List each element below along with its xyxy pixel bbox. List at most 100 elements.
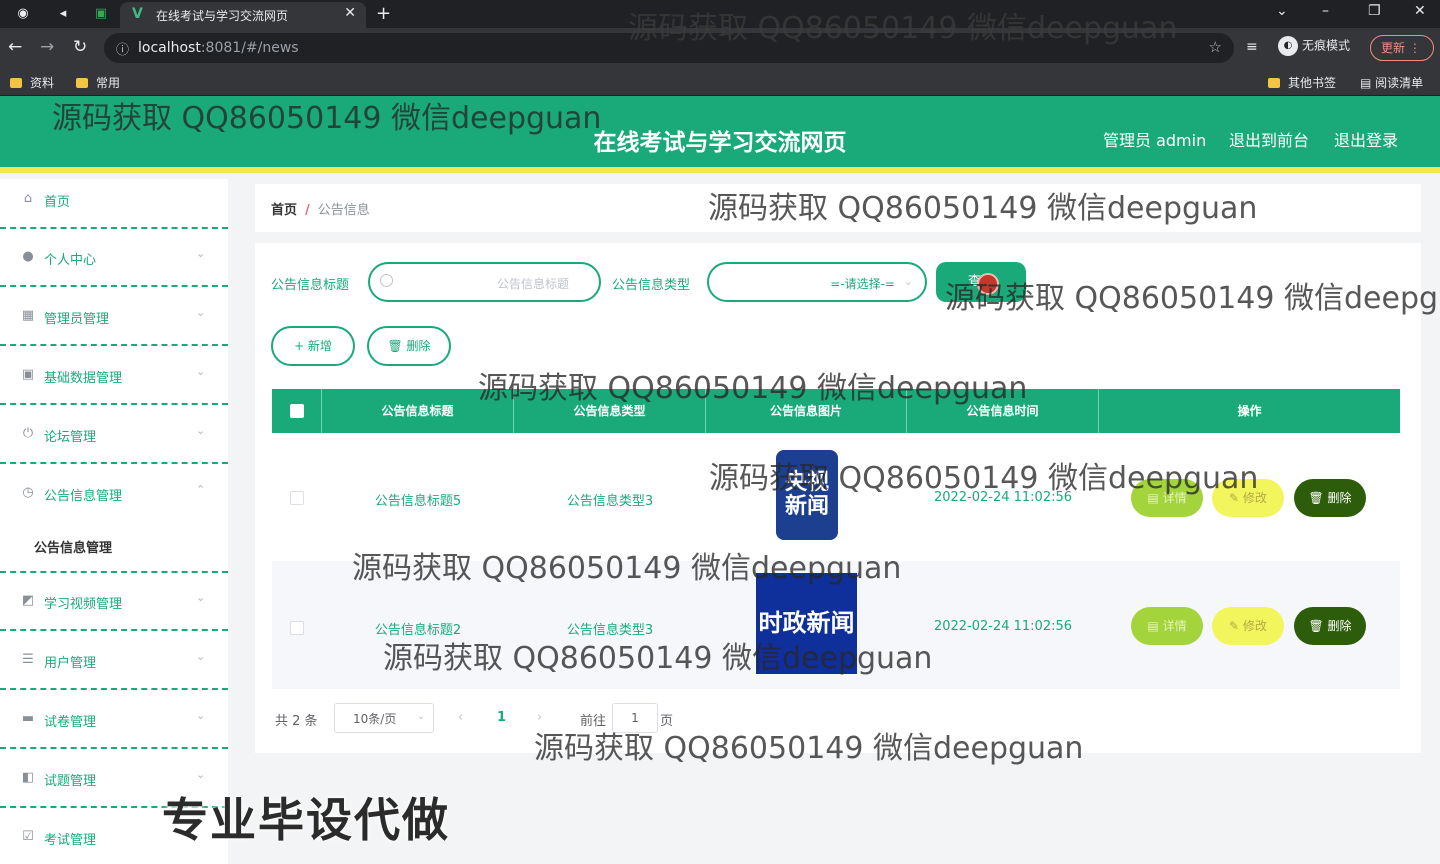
main-panel: 公告信息标题 公告信息标题 公告信息类型 =-请选择-= ⌄ 查询 + 新增 🗑…: [255, 243, 1421, 753]
chevron-down-icon: ⌄: [196, 650, 206, 663]
list-icon: ☰: [22, 652, 34, 667]
title-search-input[interactable]: 公告信息标题: [368, 262, 601, 302]
page-number-current[interactable]: 1: [497, 710, 506, 725]
reading-list-icon[interactable]: ≡: [1246, 39, 1258, 55]
wallet-icon: ◧: [21, 770, 35, 785]
edit-button[interactable]: ✎ 修改: [1212, 479, 1284, 517]
next-page-icon[interactable]: ›: [537, 710, 542, 725]
clock-icon: ◷: [22, 485, 34, 500]
col-title: 公告信息标题: [322, 389, 514, 433]
sidebar-item-forum[interactable]: ⏻ 论坛管理 ⌄: [0, 406, 228, 464]
promo-text: 专业毕设代做: [162, 793, 450, 847]
row-time: 2022-02-24 11:02:56: [933, 490, 1073, 505]
table-row: 公告信息标题5 公告信息类型3 央视新闻 2022-02-24 11:02:56…: [272, 433, 1400, 561]
logout-link[interactable]: 退出登录: [1334, 127, 1398, 151]
chevron-down-icon: ⌄: [196, 768, 206, 781]
prev-page-icon[interactable]: ‹: [458, 710, 463, 725]
browser-menu-icon[interactable]: ◉: [14, 5, 32, 23]
update-button[interactable]: 更新 ⋮: [1370, 35, 1434, 61]
back-icon[interactable]: ←: [8, 37, 22, 57]
add-button[interactable]: + 新增: [271, 326, 355, 366]
detail-button[interactable]: ▤ 详情: [1131, 607, 1203, 645]
chevron-up-icon: ⌃: [196, 483, 206, 496]
col-type: 公告信息类型: [514, 389, 706, 433]
delete-button[interactable]: 🗑 删除: [1294, 607, 1366, 645]
select-all-checkbox[interactable]: [290, 404, 304, 418]
exit-to-front-link[interactable]: 退出到前台: [1229, 127, 1309, 151]
goto-page-input[interactable]: 1: [612, 703, 658, 733]
table-header: 公告信息标题 公告信息类型 公告信息图片 公告信息时间 操作: [272, 389, 1400, 433]
sidebar-item-users[interactable]: ☰ 用户管理 ⌄: [0, 632, 228, 690]
chevron-down-icon: ⌄: [196, 424, 206, 437]
chevron-down-icon: ⌄: [196, 306, 206, 319]
browser-tab-bar: ◉ ◂ ▣ V 在线考试与学习交流网页 ✕ + ⌄ – ❐ ✕: [0, 0, 1440, 28]
col-time: 公告信息时间: [907, 389, 1099, 433]
incognito-icon: ◐: [1278, 36, 1298, 56]
reload-icon[interactable]: ↻: [73, 37, 87, 57]
breadcrumb-home[interactable]: 首页: [271, 203, 297, 218]
type-filter-label: 公告信息类型: [612, 278, 691, 293]
bookmarks-bar: 资料 常用 其他书签 ▤ 阅读清单: [0, 68, 1440, 96]
bookmark-folder-other[interactable]: 其他书签: [1268, 74, 1336, 91]
edit-button[interactable]: ✎ 修改: [1212, 607, 1284, 645]
new-tab-icon[interactable]: +: [376, 3, 391, 24]
row-type: 公告信息类型3: [566, 494, 654, 509]
reading-list-button[interactable]: ▤ 阅读清单: [1360, 74, 1423, 91]
tab-search-icon[interactable]: ⌄: [1276, 3, 1288, 19]
admin-label[interactable]: 管理员 admin: [1103, 127, 1206, 151]
row-checkbox[interactable]: [290, 491, 304, 505]
bookmark-star-icon[interactable]: ☆: [1209, 38, 1222, 56]
goto-prefix: 前往: [580, 714, 607, 729]
pagination-total: 共 2 条: [275, 714, 318, 729]
home-icon: ⌂: [23, 191, 33, 206]
mouse-cursor-icon: [977, 273, 999, 295]
folder-icon: [10, 78, 22, 88]
window-close-icon[interactable]: ✕: [1414, 3, 1426, 19]
chevron-down-icon: ⌄: [196, 709, 206, 722]
select-all-header: [272, 389, 322, 433]
chat-icon: ▬: [21, 711, 35, 726]
minimize-icon[interactable]: –: [1322, 3, 1329, 19]
goto-suffix: 页: [660, 714, 674, 729]
sidebar-item-videos[interactable]: ◩ 学习视频管理 ⌄: [0, 573, 228, 631]
row-time: 2022-02-24 11:02:56: [933, 619, 1073, 634]
chevron-down-icon: ⌄: [903, 275, 913, 288]
row-thumbnail: 央视新闻: [776, 450, 838, 540]
site-info-icon[interactable]: ⓘ: [116, 39, 129, 58]
chevron-down-icon: ⌄: [196, 591, 206, 604]
sidebar-item-admins[interactable]: ▦ 管理员管理 ⌄: [0, 288, 228, 346]
breadcrumb-bar: 首页 / 公告信息: [255, 184, 1421, 232]
bookmark-folder-changyong[interactable]: 常用: [76, 74, 120, 91]
submenu-notice-management[interactable]: 公告信息管理: [34, 537, 112, 556]
sidebar-item-papers[interactable]: ▬ 试卷管理 ⌄: [0, 691, 228, 749]
restore-icon[interactable]: ❐: [1368, 3, 1381, 19]
app-header: 在线考试与学习交流网页 管理员 admin 退出到前台 退出登录: [0, 96, 1440, 173]
type-select[interactable]: =-请选择-= ⌄: [707, 262, 927, 302]
row-thumbnail: 时政新闻: [756, 573, 857, 674]
clipboard-icon: ▣: [21, 367, 35, 382]
row-title: 公告信息标题5: [374, 494, 462, 509]
delete-button[interactable]: 🗑 删除: [1294, 479, 1366, 517]
forward-icon[interactable]: →: [40, 37, 54, 57]
search-icon: [380, 274, 393, 287]
sidebar-item-profile[interactable]: ● 个人中心 ⌄: [0, 229, 228, 287]
sheet-icon[interactable]: ▣: [92, 5, 110, 23]
page-size-select[interactable]: 10条/页 ⌄: [334, 703, 434, 733]
chevron-down-icon: ⌄: [416, 711, 425, 722]
incognito-indicator[interactable]: ◐ 无痕模式: [1278, 36, 1350, 56]
bookmark-folder-ziliao[interactable]: 资料: [10, 74, 54, 91]
title-filter-label: 公告信息标题: [271, 278, 350, 293]
close-tab-icon[interactable]: ✕: [344, 5, 356, 21]
chevron-down-icon: ⌄: [196, 365, 206, 378]
url-field[interactable]: ⓘ localhost:8081/#/news ☆: [104, 33, 1234, 63]
sidebar-item-home[interactable]: ⌂ 首页: [0, 179, 228, 229]
batch-delete-button[interactable]: 🗑 删除: [367, 326, 451, 366]
active-tab[interactable]: V 在线考试与学习交流网页 ✕: [120, 2, 366, 28]
audio-icon[interactable]: ◂: [54, 5, 72, 23]
sidebar-item-notices[interactable]: ◷ 公告信息管理 ⌃ 公告信息管理: [0, 465, 228, 573]
sidebar-item-basic-data[interactable]: ▣ 基础数据管理 ⌄: [0, 347, 228, 405]
check-icon: ☑: [22, 829, 34, 844]
detail-button[interactable]: ▤ 详情: [1131, 479, 1203, 517]
row-checkbox[interactable]: [290, 621, 304, 635]
row-title: 公告信息标题2: [374, 623, 462, 638]
